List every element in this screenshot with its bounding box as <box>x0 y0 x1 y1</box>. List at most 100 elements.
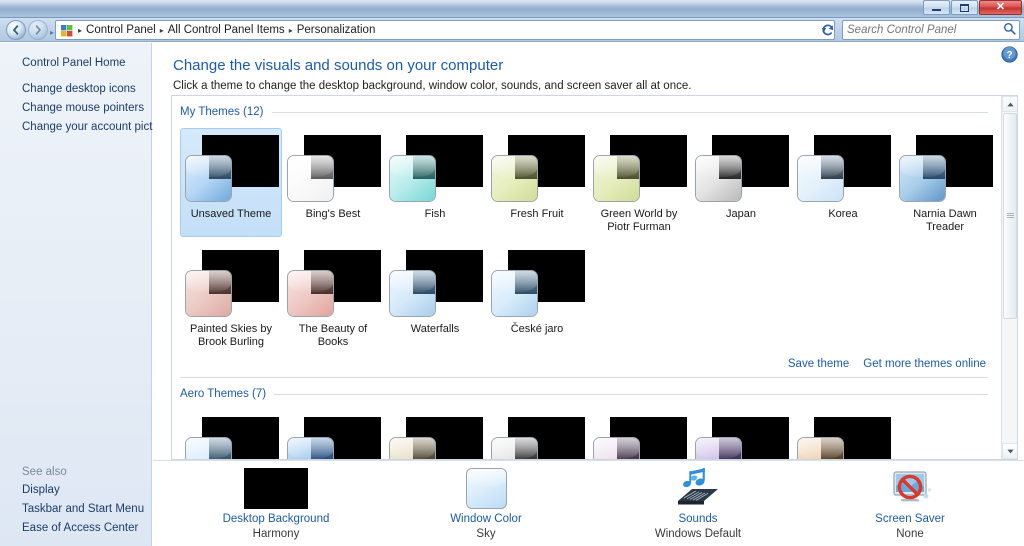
sidebar-item-ease-of-access-center[interactable]: Ease of Access Center <box>0 519 151 538</box>
breadcrumb-bar[interactable]: ▸ Control Panel ▸ All Control Panel Item… <box>55 20 835 40</box>
theme-cell[interactable] <box>690 410 792 459</box>
window-color-swatch <box>593 155 640 202</box>
scroll-down-button[interactable] <box>1002 443 1017 459</box>
theme-cell[interactable] <box>180 410 282 459</box>
theme-cell[interactable]: Narnia Dawn Treader <box>894 128 996 237</box>
theme-thumbnail <box>591 415 687 459</box>
theme-cell[interactable] <box>588 410 690 459</box>
search-icon[interactable] <box>1003 22 1016 38</box>
theme-cell[interactable]: Bing's Best <box>282 128 384 237</box>
theme-cell[interactable] <box>282 410 384 459</box>
desktop-background-item[interactable]: Desktop Background Harmony <box>201 465 351 540</box>
section-title: My Themes (12) <box>180 106 264 118</box>
forward-arrow-icon <box>35 25 41 35</box>
breadcrumb-item-all-control-panel-items[interactable]: All Control Panel Items <box>165 23 288 37</box>
theme-cell[interactable] <box>486 410 588 459</box>
search-input[interactable] <box>847 24 1003 36</box>
picture-icon <box>244 465 308 509</box>
theme-thumbnail <box>693 415 789 459</box>
scrollbar-thumb[interactable] <box>1003 113 1017 319</box>
sidebar-item-taskbar-and-start-menu[interactable]: Taskbar and Start Menu <box>0 500 151 519</box>
theme-cell[interactable]: Green World by Piotr Furman <box>588 128 690 237</box>
theme-thumbnail <box>489 133 585 205</box>
sidebar-item-display[interactable]: Display <box>0 481 151 500</box>
refresh-icon <box>822 24 834 36</box>
theme-name: Waterfalls <box>410 323 460 335</box>
chevron-down-icon <box>1006 449 1014 453</box>
theme-name: Fish <box>424 208 446 220</box>
theme-cell[interactable]: Japan <box>690 128 792 237</box>
window-color-item[interactable]: Window Color Sky <box>411 465 561 540</box>
swatch-gloss <box>186 271 231 293</box>
sidebar-item-control-panel-home[interactable]: Control Panel Home <box>0 54 126 73</box>
theme-thumbnail <box>387 133 483 205</box>
theme-cell[interactable] <box>384 410 486 459</box>
scroll-up-button[interactable] <box>1002 96 1017 112</box>
save-theme-link[interactable]: Save theme <box>788 358 849 370</box>
theme-thumbnail <box>387 248 483 320</box>
monitor-blocked-icon <box>884 465 936 509</box>
breadcrumb-item-personalization[interactable]: Personalization <box>294 23 379 37</box>
screen-saver-item[interactable]: Screen Saver None <box>835 465 985 540</box>
forward-button[interactable] <box>28 20 48 40</box>
swatch-gloss <box>288 271 333 293</box>
window-controls: ✕ <box>922 0 1022 15</box>
content-pane: ? Change the visuals and sounds on your … <box>153 43 1024 546</box>
back-button[interactable] <box>6 20 26 40</box>
theme-name: Green World by Piotr Furman <box>600 208 678 233</box>
get-more-themes-online-link[interactable]: Get more themes online <box>863 358 986 370</box>
maximize-button[interactable] <box>951 0 978 15</box>
window-color-preview <box>465 468 507 509</box>
page-subtitle: Click a theme to change the desktop back… <box>173 80 692 92</box>
help-icon[interactable]: ? <box>1001 46 1018 63</box>
window-color-label[interactable]: Window Color <box>450 513 522 525</box>
sidebar-item-change-account-picture[interactable]: Change your account picture <box>0 118 169 137</box>
theme-cell[interactable] <box>792 410 894 459</box>
window-color-swatch <box>389 437 436 459</box>
sidebar-item-change-desktop-icons[interactable]: Change desktop icons <box>0 80 169 99</box>
theme-name: Unsaved Theme <box>190 208 272 220</box>
desktop-background-label[interactable]: Desktop Background <box>223 513 330 525</box>
section-rule <box>271 111 988 113</box>
close-button[interactable]: ✕ <box>979 0 1022 15</box>
minimize-button[interactable] <box>923 0 950 15</box>
theme-cell[interactable]: Unsaved Theme <box>180 128 282 237</box>
theme-cell[interactable]: Waterfalls <box>384 243 486 352</box>
screen-saver-label[interactable]: Screen Saver <box>875 513 945 525</box>
theme-cell[interactable]: Korea <box>792 128 894 237</box>
theme-name: Bing's Best <box>305 208 361 220</box>
swatch-gloss <box>492 271 537 293</box>
window-color-swatch <box>695 437 742 459</box>
theme-name: Japan <box>726 208 756 220</box>
window-color-swatch <box>185 155 232 202</box>
swatch-gloss <box>390 438 435 459</box>
window-color-swatch <box>287 155 334 202</box>
breadcrumb-item-control-panel[interactable]: Control Panel <box>83 23 159 37</box>
theme-cell[interactable]: České jaro <box>486 243 588 352</box>
theme-thumbnail <box>183 133 279 205</box>
themes-scroll-panel[interactable]: My Themes (12) Unsaved Theme Bing's Best F… <box>171 95 1018 460</box>
theme-cell[interactable]: The Beauty of Books <box>282 243 384 352</box>
sounds-item[interactable]: Sounds Windows Default <box>623 465 773 540</box>
vertical-scrollbar[interactable] <box>1001 96 1017 459</box>
theme-cell[interactable]: Fish <box>384 128 486 237</box>
sidebar-item-change-mouse-pointers[interactable]: Change mouse pointers <box>0 99 169 118</box>
titlebar-glass-highlight <box>0 0 1024 7</box>
window-color-swatch <box>899 155 946 202</box>
window-color-value: Sky <box>476 528 496 540</box>
theme-cell[interactable]: Painted Skies by Brook Burling <box>180 243 282 352</box>
theme-name: Painted Skies by Brook Burling <box>190 323 272 348</box>
page-title: Change the visuals and sounds on your co… <box>173 57 504 74</box>
refresh-button[interactable] <box>818 20 838 40</box>
theme-cell[interactable]: Fresh Fruit <box>486 128 588 237</box>
swatch-gloss <box>288 156 333 178</box>
theme-name: Fresh Fruit <box>510 208 564 220</box>
window-color-swatch <box>491 270 538 317</box>
desktop-background-preview <box>244 468 308 509</box>
personalization-settings-bar: Desktop Background Harmony Window Color … <box>153 460 1024 546</box>
sidebar: Control Panel Home Change desktop icons … <box>0 43 169 546</box>
search-box[interactable] <box>842 20 1020 40</box>
minimize-icon <box>932 8 941 11</box>
sounds-label[interactable]: Sounds <box>678 513 717 525</box>
theme-thumbnail <box>693 133 789 205</box>
